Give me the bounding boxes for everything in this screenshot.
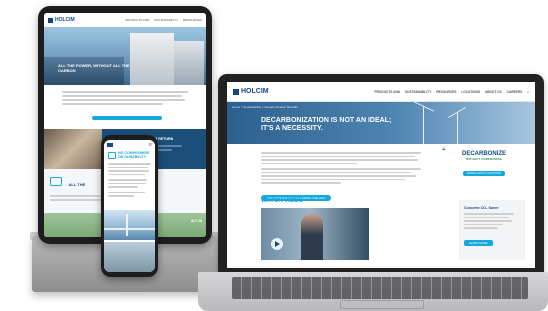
search-icon[interactable]: ⌕ bbox=[527, 90, 529, 94]
text-line bbox=[261, 152, 421, 154]
text-line bbox=[62, 103, 163, 105]
text-line bbox=[108, 191, 145, 193]
text-line bbox=[50, 199, 107, 201]
text-line bbox=[464, 223, 504, 225]
laptop-navlinks: PRODUCTS AND SUSTAINABILITY RESOURCES LO… bbox=[374, 90, 529, 94]
truck-icon bbox=[50, 177, 62, 186]
city-image bbox=[104, 242, 155, 272]
laptop-nav: HOLCIM PRODUCTS AND SUSTAINABILITY RESOU… bbox=[227, 82, 535, 102]
text-line bbox=[261, 178, 405, 180]
text-line bbox=[261, 175, 417, 177]
text-line bbox=[62, 91, 188, 93]
tablet-cta-button[interactable] bbox=[92, 116, 162, 120]
tablet-intro-text bbox=[44, 85, 206, 129]
tablet-logo[interactable]: HOLCIM bbox=[48, 17, 75, 23]
nav-link-resources[interactable]: RESOURCES bbox=[436, 90, 456, 94]
side-card-title: Concrete CO₂ Saver bbox=[464, 206, 499, 210]
logo-mark-icon bbox=[48, 17, 53, 23]
decarbonize-badge: ⟁ DECARBONIZE WITHOUT COMPROMISE DOWNLOA… bbox=[442, 146, 526, 182]
tablet-nav: HOLCIM PRODUCTS AND SUSTAINABILITY RESOU… bbox=[44, 13, 206, 27]
breadcrumb: Home > Sustainability > Decarbonization … bbox=[232, 105, 298, 109]
text-line bbox=[261, 182, 341, 184]
bridge-deck bbox=[104, 228, 155, 230]
nav-link[interactable]: RESOURCES bbox=[183, 18, 202, 22]
logo-mark-icon bbox=[107, 142, 113, 147]
play-icon bbox=[275, 241, 280, 247]
nav-link-locations[interactable]: LOCATIONS bbox=[461, 90, 480, 94]
wind-turbine-mast bbox=[423, 106, 424, 144]
side-card: Concrete CO₂ Saver LEARN MORE bbox=[459, 200, 525, 260]
logo-text: HOLCIM bbox=[241, 88, 269, 95]
nav-link-sustainability[interactable]: SUSTAINABILITY bbox=[405, 90, 431, 94]
text-line bbox=[108, 186, 139, 188]
tablet-hero-title: ALL THE POWER, WITHOUT ALL THE CARBON bbox=[58, 63, 138, 73]
phone-device: ☰ NO COMPROMISE ON DURABILITY bbox=[101, 135, 158, 277]
text-line bbox=[261, 155, 415, 157]
phone-screen: ☰ NO COMPROMISE ON DURABILITY bbox=[104, 140, 155, 272]
text-line bbox=[108, 195, 134, 197]
text-line bbox=[261, 162, 357, 164]
truck-icon bbox=[108, 151, 116, 159]
bridge-image bbox=[104, 210, 155, 240]
wind-turbine-mast bbox=[457, 112, 458, 144]
text-line bbox=[108, 179, 147, 181]
text-line bbox=[108, 173, 145, 175]
nav-link-products[interactable]: PRODUCTS AND bbox=[374, 90, 400, 94]
speaker-figure bbox=[301, 214, 323, 260]
video-heading: WATCH VIDEO bbox=[261, 198, 303, 204]
hero-title-line: DECARBONIZATION IS NOT AN IDEAL; bbox=[261, 117, 392, 124]
text-line bbox=[261, 168, 421, 170]
hero-title-line: CARBON bbox=[58, 68, 76, 73]
text-line bbox=[108, 170, 150, 172]
tower-image bbox=[130, 33, 174, 85]
hero-title-line: IT'S A NECESSITY. bbox=[261, 125, 323, 132]
tower-image bbox=[174, 41, 204, 85]
phone-heading: NO COMPROMISE ON DURABILITY bbox=[118, 151, 149, 159]
tablet-navlinks: PRODUCTS AND SUSTAINABILITY RESOURCES bbox=[125, 18, 202, 22]
menu-icon[interactable]: ☰ bbox=[148, 142, 152, 147]
text-line bbox=[464, 220, 513, 222]
heading-line: ON DURABILITY bbox=[118, 155, 147, 159]
badge-subtitle: WITHOUT COMPROMISE bbox=[466, 157, 502, 161]
text-line bbox=[464, 216, 509, 218]
laptop-trackpad bbox=[340, 300, 424, 309]
wind-turbine-blade bbox=[413, 102, 435, 112]
text-line bbox=[108, 166, 148, 168]
laptop-keyboard bbox=[232, 277, 528, 299]
text-line bbox=[108, 163, 151, 165]
phone-content: NO COMPROMISE ON DURABILITY bbox=[104, 149, 155, 201]
logo-text: HOLCIM bbox=[55, 17, 75, 23]
nav-link[interactable]: SUSTAINABILITY bbox=[154, 18, 178, 22]
laptop-intro-text: SEE HOW HOLCIM IS LEADING THE WAY bbox=[261, 150, 421, 204]
text-line bbox=[108, 182, 146, 184]
text-line bbox=[62, 99, 186, 101]
laptop-device: HOLCIM PRODUCTS AND SUSTAINABILITY RESOU… bbox=[218, 74, 544, 274]
tablet-hero: ALL THE POWER, WITHOUT ALL THE CARBON bbox=[44, 27, 206, 85]
section-heading: ALL THE bbox=[68, 182, 86, 187]
text-line bbox=[464, 213, 515, 215]
nav-link-careers[interactable]: CAREERS bbox=[507, 90, 523, 94]
text-line bbox=[62, 95, 182, 97]
video-player[interactable] bbox=[261, 208, 369, 260]
image-label: ALT IN bbox=[190, 219, 202, 223]
text-line bbox=[261, 159, 418, 161]
phone-heading-block: NO COMPROMISE ON DURABILITY bbox=[108, 151, 151, 159]
interior-image bbox=[44, 129, 102, 169]
text-line bbox=[464, 227, 498, 229]
phone-nav: ☰ bbox=[104, 140, 155, 149]
laptop-hero-title: DECARBONIZATION IS NOT AN IDEAL; IT'S A … bbox=[261, 117, 391, 133]
laptop-screen: HOLCIM PRODUCTS AND SUSTAINABILITY RESOU… bbox=[227, 82, 535, 268]
nav-link-about[interactable]: ABOUT US bbox=[485, 90, 502, 94]
bridge-tower bbox=[126, 214, 128, 236]
side-card-button[interactable]: LEARN MORE bbox=[464, 239, 493, 246]
text-line bbox=[261, 171, 412, 173]
nav-link[interactable]: PRODUCTS AND bbox=[125, 18, 149, 22]
badge-download-button[interactable]: DOWNLOAD TO ADOPTION bbox=[463, 171, 505, 176]
laptop-hero: Home > Sustainability > Decarbonization … bbox=[227, 102, 535, 144]
laptop-body: SEE HOW HOLCIM IS LEADING THE WAY ⟁ DECA… bbox=[227, 144, 535, 268]
logo-mark-icon bbox=[233, 88, 239, 95]
laptop-logo[interactable]: HOLCIM bbox=[233, 88, 269, 95]
